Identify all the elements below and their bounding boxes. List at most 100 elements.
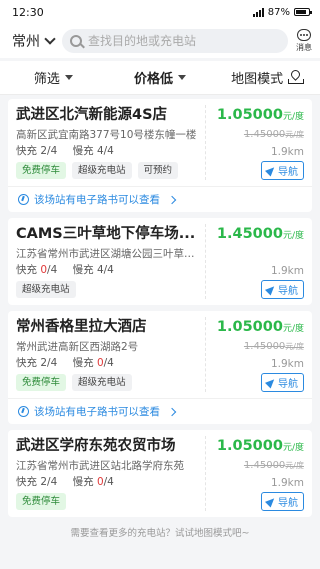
slow-label: 慢充 [72, 476, 94, 488]
caret-down-icon [178, 75, 187, 80]
station-info: CAMS三叶草地下停车场... 江苏省常州市武进区湖塘公园三叶草地... 快充 … [16, 224, 206, 299]
current-price: 1.05000元/度 [217, 317, 304, 339]
navigation-arrow-icon [264, 495, 278, 508]
fast-label: 快充 [16, 476, 37, 488]
slow-total: /4 [103, 357, 114, 369]
navigate-button[interactable]: 导航 [261, 373, 304, 392]
slow-available: 0 [96, 476, 104, 488]
footer-hint: 需要查看更多的充电站？试试地图模式吧~ [70, 528, 250, 539]
station-main: 武进区学府东苑农贸市场 江苏省常州市武进区站北路学府东苑 快充 2/4 慢充 0… [16, 436, 304, 511]
price-value: 1.45000 [216, 226, 283, 242]
original-price: 1.45000元/度 [244, 129, 304, 140]
signal-icon [252, 7, 264, 17]
price-value: 1.05000 [216, 438, 283, 454]
fast-total: /4 [47, 357, 58, 369]
battery-percent: 87% [267, 6, 290, 18]
navigate-label: 导航 [278, 379, 298, 390]
current-price: 1.05000元/度 [217, 436, 304, 458]
slow-available: 0 [96, 357, 104, 369]
filter-button[interactable]: 筛选 [0, 68, 107, 87]
battery-icon [294, 8, 312, 16]
original-price-unit: 元/度 [285, 130, 304, 139]
station-card[interactable]: 常州香格里拉大酒店 常州武进高新区西湖路2号 快充 2/4 慢充 0/4 免费停… [8, 311, 312, 424]
station-card[interactable]: 武进区北汽新能源4S店 高新区武宜南路377号10号楼东幢一楼 快充 2/4 慢… [8, 99, 312, 212]
navigate-label: 导航 [278, 167, 298, 178]
station-main: 常州香格里拉大酒店 常州武进高新区西湖路2号 快充 2/4 慢充 0/4 免费停… [16, 317, 304, 392]
header: 常州 消息 [0, 24, 320, 58]
station-address: 江苏省常州市武进区站北路学府东苑 [16, 460, 184, 472]
price-value: 1.05000 [216, 319, 283, 335]
status-bar: 12:30 87% [0, 0, 320, 24]
station-name: 武进区学府东苑农贸市场 [16, 438, 176, 454]
map-pin-icon [288, 72, 305, 84]
message-label: 消息 [296, 43, 312, 52]
navigate-label: 导航 [278, 286, 298, 297]
e-roadbook-text: 该场站有电子路书可以查看 [34, 194, 160, 206]
navigation-arrow-icon [264, 376, 278, 389]
message-icon [297, 29, 311, 41]
slow-charge-count: 慢充 0/4 [73, 357, 114, 369]
station-card[interactable]: 武进区学府东苑农贸市场 江苏省常州市武进区站北路学府东苑 快充 2/4 慢充 0… [8, 430, 312, 517]
navigate-button[interactable]: 导航 [261, 280, 304, 299]
slow-label: 慢充 [72, 264, 94, 276]
e-roadbook-link[interactable]: 该场站有电子路书可以查看 [8, 398, 312, 424]
chevron-down-icon [44, 33, 56, 45]
station-tag: 超级充电站 [72, 162, 132, 179]
filter-label: 筛选 [33, 72, 60, 87]
station-info: 武进区学府东苑农贸市场 江苏省常州市武进区站北路学府东苑 快充 2/4 慢充 0… [16, 436, 206, 511]
station-tag: 超级充电站 [16, 281, 76, 298]
station-name: 常州香格里拉大酒店 [16, 319, 147, 335]
original-price-unit: 元/度 [285, 461, 304, 470]
status-icons: 87% [252, 6, 312, 18]
station-pricing: 1.05000元/度 1.45000元/度 1.9km 导航 [206, 105, 304, 180]
price-unit: 元/度 [282, 443, 304, 453]
charger-counts: 快充 2/4 慢充 4/4 [16, 144, 199, 158]
fast-total: /4 [47, 264, 58, 276]
slow-total: /4 [103, 145, 114, 157]
sort-price-button[interactable]: 价格低 [107, 68, 214, 87]
station-tags: 免费停车 超级充电站 [16, 374, 199, 391]
search-input[interactable] [88, 34, 280, 48]
navigation-arrow-icon [264, 283, 278, 296]
map-mode-button[interactable]: 地图模式 [213, 68, 320, 87]
navigation-arrow-icon [264, 164, 278, 177]
station-address: 江苏省常州市武进区湖塘公园三叶草地... [16, 248, 199, 260]
fast-charge-count: 快充 0/4 [16, 264, 57, 276]
fast-charge-count: 快充 2/4 [16, 357, 57, 369]
station-card[interactable]: CAMS三叶草地下停车场... 江苏省常州市武进区湖塘公园三叶草地... 快充 … [8, 218, 312, 305]
sort-price-label: 价格低 [134, 72, 174, 87]
search-icon [70, 35, 82, 47]
station-tag: 免费停车 [16, 374, 67, 391]
station-tags: 免费停车 [16, 493, 199, 510]
station-tag: 免费停车 [16, 493, 67, 510]
original-price-value: 1.45000 [243, 341, 286, 352]
search-box[interactable] [62, 29, 288, 53]
fast-total: /4 [47, 145, 58, 157]
e-roadbook-link[interactable]: 该场站有电子路书可以查看 [8, 186, 312, 212]
map-mode-label: 地图模式 [231, 72, 284, 87]
station-address: 高新区武宜南路377号10号楼东幢一楼 [16, 129, 197, 141]
original-price-unit: 元/度 [285, 342, 304, 351]
slow-label: 慢充 [72, 357, 94, 369]
original-price-value: 1.45000 [243, 129, 286, 140]
station-pricing: 1.05000元/度 1.45000元/度 1.9km 导航 [206, 317, 304, 392]
station-name: CAMS三叶草地下停车场... [16, 226, 196, 242]
e-roadbook-text: 该场站有电子路书可以查看 [34, 406, 160, 418]
station-distance: 1.9km [270, 477, 304, 489]
station-info: 武进区北汽新能源4S店 高新区武宜南路377号10号楼东幢一楼 快充 2/4 慢… [16, 105, 206, 180]
fast-total: /4 [47, 476, 58, 488]
navigate-button[interactable]: 导航 [261, 492, 304, 511]
price-unit: 元/度 [282, 231, 304, 241]
compass-icon [18, 406, 29, 417]
navigate-button[interactable]: 导航 [261, 161, 304, 180]
current-price: 1.45000元/度 [217, 224, 304, 246]
station-tag: 超级充电站 [72, 374, 132, 391]
caret-down-icon [64, 75, 73, 80]
fast-label: 快充 [16, 264, 37, 276]
price-unit: 元/度 [282, 324, 304, 334]
station-distance: 1.9km [270, 146, 304, 158]
navigate-label: 导航 [278, 498, 298, 509]
city-label: 常州 [12, 34, 40, 50]
city-selector[interactable]: 常州 [12, 31, 56, 51]
message-button[interactable]: 消息 [296, 29, 312, 53]
